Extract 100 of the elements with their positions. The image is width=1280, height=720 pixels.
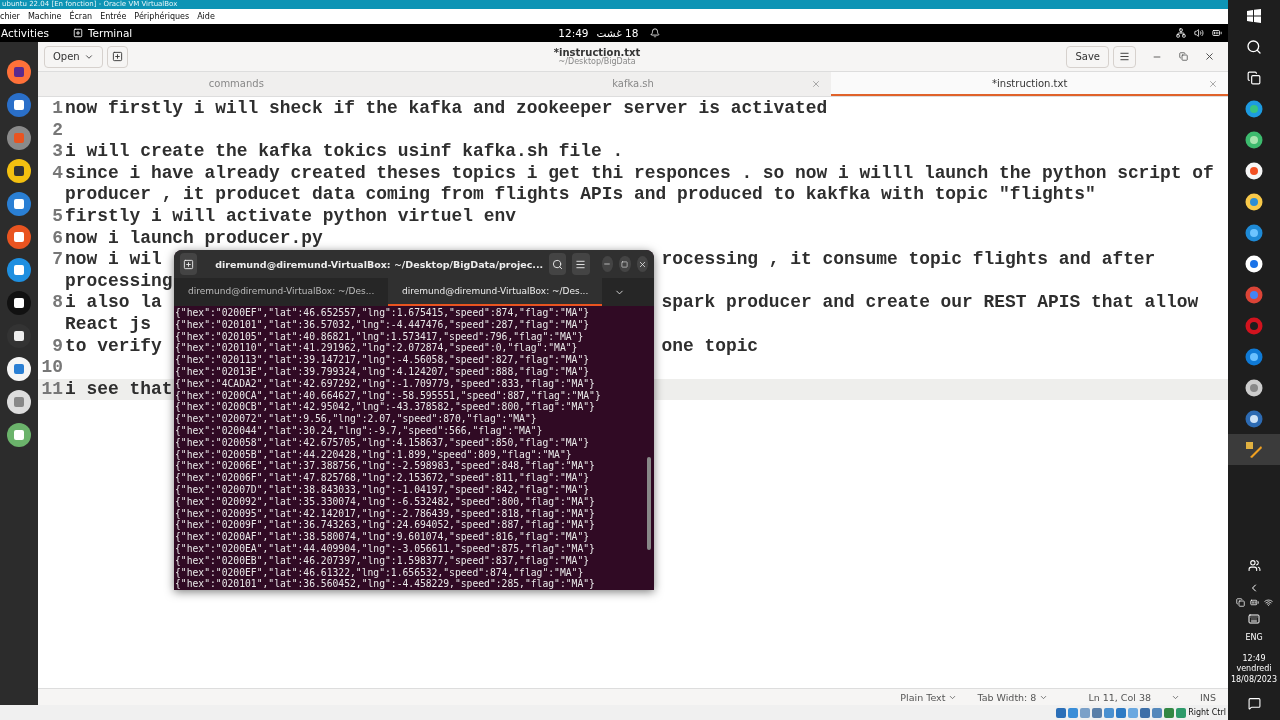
status-icon[interactable] xyxy=(1176,707,1187,718)
bell-icon[interactable] xyxy=(650,28,661,38)
output-line: {"hex":"02006F","lat":47.825768,"lng":2.153672,"speed":811,"flag":"MA"} xyxy=(175,472,591,484)
text-line: React js xyxy=(65,313,151,336)
cursor-position[interactable]: Ln 11, Col 38 xyxy=(1088,691,1152,703)
text-line: to verify xyxy=(65,335,162,358)
line-number: 5 xyxy=(51,205,64,228)
menu-button[interactable] xyxy=(572,253,590,275)
battery-icon[interactable] xyxy=(1212,28,1222,38)
text-line: rocessing , it consume topic flights and after xyxy=(661,249,1156,271)
close-icon xyxy=(637,259,647,269)
text-line: now i launch producer.py xyxy=(65,227,323,250)
line-number: 1 xyxy=(51,98,64,120)
text-line: now firstly i will sheck if the kafka and zookeeper server is activated xyxy=(65,98,828,120)
text-line: i also la xyxy=(65,292,162,314)
new-tab-button[interactable] xyxy=(180,253,198,275)
document-tab[interactable]: *instruction.txt xyxy=(831,72,1228,96)
text-line: now i wil xyxy=(65,249,162,271)
line-number: 9 xyxy=(51,335,64,358)
open-button[interactable]: Open xyxy=(44,45,103,68)
output-line: {"hex":"020110","lat":41.291962,"lng":2.072874,"speed":0,"flag":"MA"} xyxy=(175,342,579,355)
status-icon[interactable] xyxy=(1068,707,1079,718)
status-icon[interactable] xyxy=(1104,707,1115,718)
output-line: {"hex":"02009F","lat":36.743263,"lng":24.694052,"speed":887,"flag":"MA"} xyxy=(175,519,596,532)
language-selector[interactable]: Plain Text xyxy=(900,691,958,703)
menu-item[interactable]: chier xyxy=(0,12,20,21)
terminal-tab[interactable]: diremund@diremund-VirtualBox: ~/Des... xyxy=(388,278,602,306)
maximize-icon xyxy=(621,260,629,268)
close-button[interactable] xyxy=(636,256,648,272)
text-line: one topic xyxy=(661,335,759,358)
status-icon[interactable] xyxy=(1116,707,1127,718)
output-line: {"hex":"02005B","lat":44.220428,"lng":1.899,"speed":809,"flag":"MA"} xyxy=(175,448,573,461)
clock-day[interactable]: vendredi xyxy=(1236,664,1272,675)
output-line: {"hex":"020072","lat":9.56,"lng":2.07,"speed":870,"flag":"MA"} xyxy=(175,413,538,425)
menu-item[interactable]: Machine xyxy=(27,12,62,21)
output-line: {"hex":"0200EF","lat":46.61322,"lng":1.656532,"speed":874,"flag":"MA"} xyxy=(175,566,585,579)
volume-icon[interactable] xyxy=(1194,28,1204,38)
wifi-icon[interactable] xyxy=(1263,598,1273,608)
output-line: {"hex":"0200CA","lat":40.664627,"lng":-58.595551,"speed":887,"flag":"MA"} xyxy=(175,389,602,402)
output-line: {"hex":"020101","lat":36.560452,"lng":-4.458229,"speed":285,"flag":"MA"} xyxy=(175,578,596,590)
output-line: {"hex":"020095","lat":42.142017,"lng":-2.786439,"speed":818,"flag":"MA"} xyxy=(175,507,596,520)
search-icon xyxy=(552,258,564,270)
line-number: 3 xyxy=(51,141,64,163)
clock-date[interactable]: 18/08/2023 xyxy=(1230,674,1278,685)
save-button[interactable]: Save xyxy=(1066,45,1109,68)
people-icon[interactable] xyxy=(1247,559,1261,573)
output-line: {"hex":"0200EF","lat":46.652557,"lng":1.675415,"speed":874,"flag":"MA"} xyxy=(175,307,591,319)
new-tab-button[interactable] xyxy=(106,45,128,68)
menu-button[interactable] xyxy=(1113,45,1136,68)
status-icon[interactable] xyxy=(1140,707,1151,718)
output-line: {"hex":"02013E","lat":39.799324,"lng":4.124207,"speed":888,"flag":"MA"} xyxy=(175,366,591,378)
tab-width-selector[interactable]: Tab Width: 8 xyxy=(977,691,1049,703)
text-line: i see that xyxy=(65,378,173,401)
output-line: {"hex":"0200CB","lat":42.95042,"lng":-43.378582,"speed":800,"flag":"MA"} xyxy=(175,401,596,414)
app-menu[interactable]: Terminal xyxy=(72,27,133,39)
insert-mode[interactable]: INS xyxy=(1200,691,1216,703)
document-path: ~/Desktop/BigData xyxy=(558,57,636,67)
battery-icon[interactable] xyxy=(1249,598,1259,608)
new-tab-icon xyxy=(111,51,123,62)
minimize-icon xyxy=(603,260,612,268)
maximize-button[interactable] xyxy=(619,256,631,272)
keyboard-icon[interactable] xyxy=(1248,613,1260,626)
restore-icon xyxy=(1178,52,1188,61)
output-line: {"hex":"020058","lat":42.675705,"lng":4.158637,"speed":850,"flag":"MA"} xyxy=(175,436,591,449)
status-icon[interactable] xyxy=(1092,707,1103,718)
tray-icon[interactable] xyxy=(1235,598,1245,608)
output-line: {"hex":"020101","lat":36.57032,"lng":-4.447476,"speed":287,"flag":"MA"} xyxy=(175,318,591,331)
task-view-icon[interactable] xyxy=(1247,70,1261,85)
menu-item[interactable]: Périphériques xyxy=(134,12,190,21)
status-icon[interactable] xyxy=(1152,707,1163,718)
network-icon[interactable] xyxy=(1176,28,1186,38)
terminal-tab[interactable]: diremund@diremund-VirtualBox: ~/Des... xyxy=(174,278,388,306)
line-number: 2 xyxy=(51,119,64,142)
output-line: {"hex":"020105","lat":40.86821,"lng":1.573417,"speed":796,"flag":"MA"} xyxy=(175,330,585,343)
menu-item[interactable]: Aide xyxy=(197,12,215,21)
menu-icon xyxy=(575,258,587,270)
text-line: i will create the kafka tokics usinf kafka.sh file . xyxy=(65,141,624,163)
text-line: since i have already created theses topics i get thi responces . so now i willl launch the python script of xyxy=(65,162,1214,185)
clock-time[interactable]: 12:49 xyxy=(1242,653,1266,665)
search-button[interactable] xyxy=(549,253,567,275)
line-number: 10 xyxy=(40,357,64,379)
new-tab-icon xyxy=(183,258,195,270)
text-line: processing xyxy=(65,270,173,293)
notification-icon[interactable] xyxy=(1247,697,1261,710)
activities-button[interactable]: Activities xyxy=(1,27,49,39)
minimize-button[interactable] xyxy=(601,256,614,272)
text-line: producer , it producet data coming from flights APIs and produced to kakfka with topic "flights" xyxy=(65,184,1096,206)
menu-item[interactable]: Écran xyxy=(69,12,93,21)
search-icon[interactable] xyxy=(1246,38,1262,55)
windows-logo-icon[interactable] xyxy=(1247,8,1261,23)
scrollbar[interactable] xyxy=(647,457,651,550)
output-line: {"hex":"02006E","lat":37.388756,"lng":-2.598983,"speed":848,"flag":"MA"} xyxy=(175,460,596,473)
output-line: {"hex":"020113","lat":39.147217,"lng":-4.56058,"speed":827,"flag":"MA"} xyxy=(175,354,591,366)
language-indicator[interactable]: ENG xyxy=(1245,633,1263,644)
line-number: 6 xyxy=(51,227,64,250)
text-line: spark producer and create our REST APIS that allow xyxy=(661,292,1199,314)
menu-item[interactable]: Entrée xyxy=(100,12,127,21)
status-icon[interactable] xyxy=(1164,707,1175,718)
status-icon[interactable] xyxy=(1056,707,1067,718)
output-line: {"hex":"02007D","lat":38.843033,"lng":-1.04197,"speed":842,"flag":"MA"} xyxy=(175,483,591,496)
